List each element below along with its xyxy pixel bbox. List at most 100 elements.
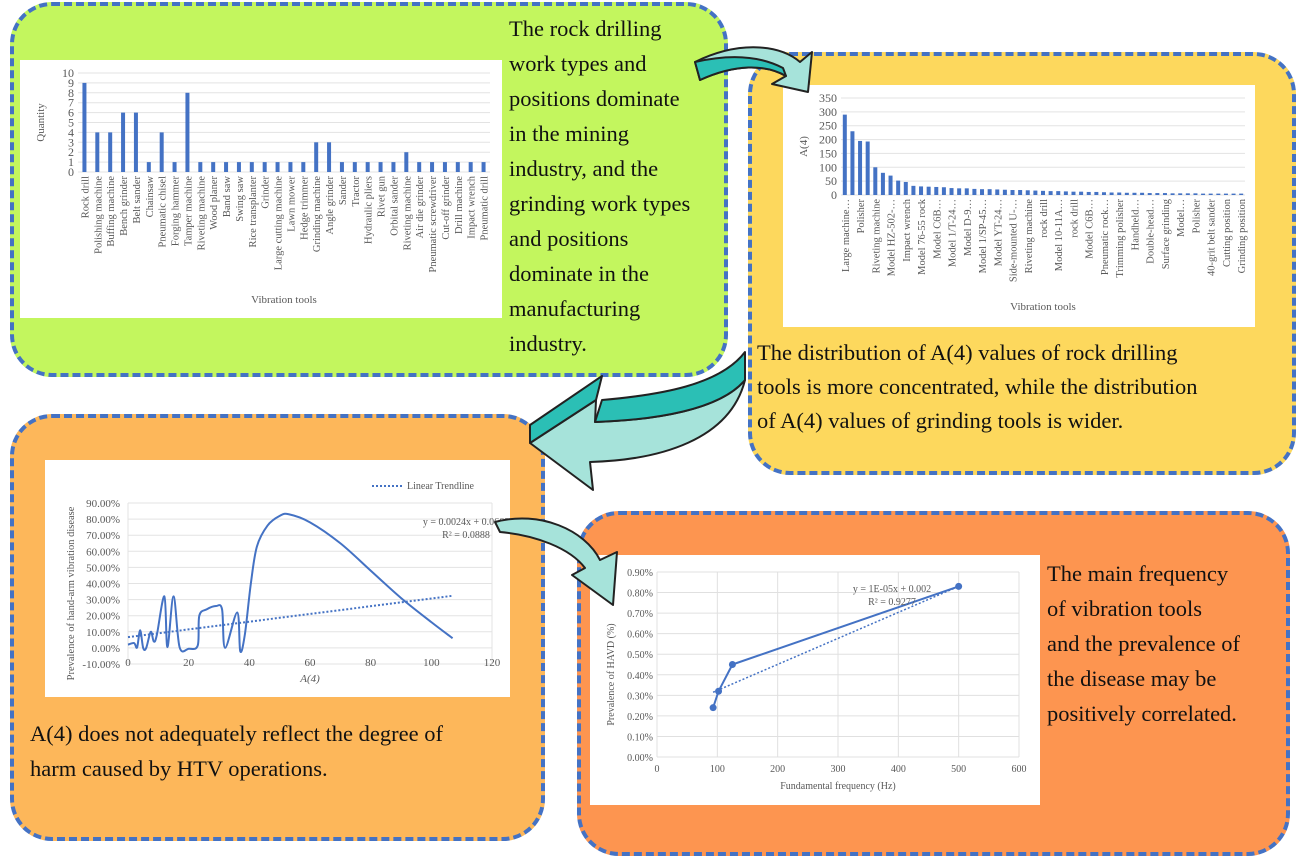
x-tick-label: Sander <box>338 176 349 206</box>
x-tick-label: Side-mounted U-… <box>1009 199 1020 282</box>
y-tick-label: 20.00% <box>86 611 120 623</box>
trendline-r2: R² = 0.9277 <box>868 597 916 608</box>
x-tick-label: 300 <box>831 764 846 775</box>
x-tick-label: Pneumatic screwdriver <box>428 176 439 273</box>
bar <box>339 162 344 172</box>
x-tick-label: Tamper machine <box>183 176 194 246</box>
trendline-r2: R² = 0.0888 <box>442 530 490 541</box>
bar <box>1208 193 1213 195</box>
chart-a4-by-tool: 0 50 100 150 200 250 300 350 Large machine… Polis… <box>783 85 1255 327</box>
x-tick-label: Tractor <box>351 176 362 207</box>
y-tick-label: 0 <box>831 188 837 202</box>
x-tick-label: Grinding position <box>1237 198 1248 273</box>
y-tick-label: 70.00% <box>86 530 120 542</box>
bar <box>1140 192 1145 195</box>
box3-text: A(4) does not adequately reflect the deg… <box>30 716 443 786</box>
bar <box>1041 190 1045 195</box>
x-tick-label: Large cutting machine <box>274 176 285 271</box>
bar <box>850 131 855 195</box>
x-tick-label: Cutting position <box>1222 198 1233 267</box>
y-axis-label: Prevalence of HAVD (%) <box>606 623 617 725</box>
y-tick-label: 250 <box>819 119 837 133</box>
text-line: harm caused by HTV operations. <box>30 756 328 781</box>
trendline-equation: y = 0.0024x + 0.0669 <box>423 517 509 528</box>
x-tick-label: Impact wrench <box>467 175 478 238</box>
x-tick-label: 60 <box>305 657 317 669</box>
trendline-equation: y = 1E-05x + 0.002 <box>853 584 931 595</box>
x-tick-label: 0 <box>125 657 131 669</box>
bar <box>249 162 254 172</box>
bar <box>1223 193 1228 195</box>
text-line: The distribution of A(4) values of rock … <box>757 340 1178 365</box>
x-tick-label: Handheld… <box>1130 199 1141 250</box>
x-tick-label: 80 <box>365 657 377 669</box>
text-line: positions dominate <box>509 86 680 111</box>
bar <box>919 186 924 195</box>
bar <box>314 142 319 172</box>
x-tick-label: Wood planer <box>209 176 220 230</box>
x-tick-label: Polisher <box>1191 199 1202 234</box>
chart-frequency-prevalence: 0.00% 0.10% 0.20% 0.30% 0.40% 0.50% 0.60% 0.70%… <box>590 555 1040 805</box>
legend-label: Linear Trendline <box>407 481 474 492</box>
bar <box>1147 193 1152 195</box>
text-line: and positions <box>509 226 629 251</box>
bar <box>1162 193 1167 195</box>
x-tick-label: Band saw <box>222 176 233 218</box>
text-line: manufacturing <box>509 296 641 321</box>
x-tick-label: 120 <box>484 657 501 669</box>
bar <box>1124 192 1129 195</box>
x-axis-label: A(4) <box>299 673 320 685</box>
bar <box>842 114 847 195</box>
x-tick-label: Large machine… <box>841 199 852 272</box>
x-tick-label: Drill machine <box>454 176 465 234</box>
x-tick-label: Rivet gun <box>377 175 388 217</box>
y-tick-label: 0.50% <box>627 650 653 661</box>
x-tick-label: Surface grinding <box>1161 198 1172 269</box>
text-line: tools is more concentrated, while the di… <box>757 374 1198 399</box>
bar <box>972 188 977 195</box>
x-tick-label: Rice transplanter <box>248 176 259 248</box>
x-tick-label: Riveting machine <box>402 176 413 251</box>
x-tick-label: Belt sander <box>132 176 143 224</box>
x-tick-label: 20 <box>183 657 195 669</box>
box2-text: The distribution of A(4) values of rock … <box>757 336 1198 438</box>
scatter-chart-frequency: 0.00% 0.10% 0.20% 0.30% 0.40% 0.50% 0.60% 0.70%… <box>606 568 1027 792</box>
x-tick-label: Hydraulic pliers <box>364 176 375 244</box>
bar <box>1048 191 1053 195</box>
bar <box>941 187 946 195</box>
box1-text: The rock drilling work types and positio… <box>509 11 690 361</box>
x-tick-label: Model C6B… <box>932 199 943 259</box>
y-tick-label: 0.60% <box>627 630 653 641</box>
bar <box>949 188 954 195</box>
y-tick-label: 150 <box>819 146 837 160</box>
x-tick-label: 100 <box>423 657 440 669</box>
y-tick-label: 10 <box>62 66 74 80</box>
bar <box>888 175 893 195</box>
x-tick-label: Riveting machine <box>196 176 207 251</box>
x-tick-label: Model… <box>1176 199 1187 237</box>
chart-a4-prevalence: -10.00% 0.00% 10.00% 20.00% 30.00% 40.00% 50.0… <box>45 460 510 697</box>
x-tick-label: Grinder <box>261 175 272 208</box>
bar <box>1231 193 1236 195</box>
bar <box>82 82 87 172</box>
bar <box>980 189 985 195</box>
text-line: industry. <box>509 331 587 356</box>
bar <box>1094 191 1099 195</box>
data-point <box>709 704 717 712</box>
y-tick-label: 50.00% <box>86 562 120 574</box>
data-point <box>715 687 723 695</box>
y-tick-label: 200 <box>819 133 837 147</box>
bar <box>224 162 229 172</box>
bar <box>108 132 113 172</box>
x-tick-label: Trimming polisher <box>1115 199 1126 278</box>
bar <box>1185 193 1190 195</box>
bar <box>1010 190 1015 195</box>
x-tick-label: Model YT-24… <box>993 199 1004 266</box>
x-tick-label: 100 <box>710 764 725 775</box>
box4-text: The main frequency of vibration tools an… <box>1047 556 1240 731</box>
y-tick-label: 0.40% <box>627 671 653 682</box>
x-tick-label: 400 <box>891 764 906 775</box>
bar-chart-a4: 050100150200250300350 Large machine… Polis… <box>798 91 1248 313</box>
trendline <box>712 585 959 693</box>
text-line: dominate in the <box>509 261 649 286</box>
